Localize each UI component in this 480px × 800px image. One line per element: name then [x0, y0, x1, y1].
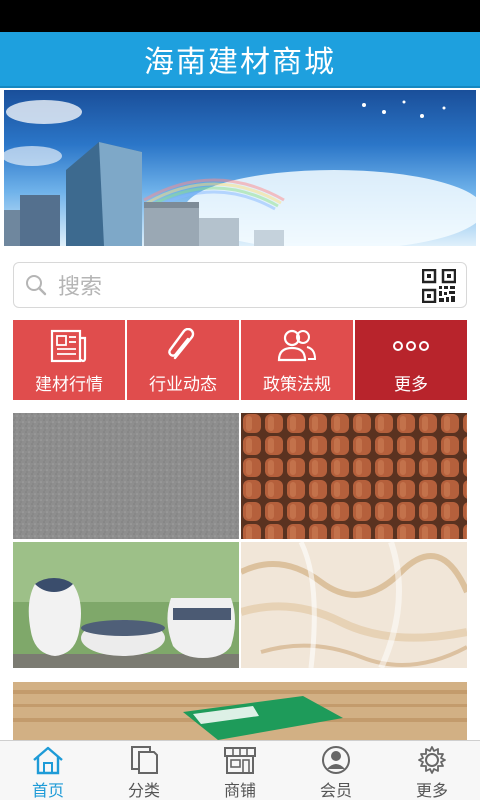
product-tile-roof-tiles[interactable] — [241, 413, 467, 539]
product-tile-ceramic-vases[interactable] — [13, 542, 239, 668]
search-input[interactable]: 搜索 — [13, 262, 467, 308]
tab-store[interactable]: 商铺 — [192, 741, 288, 800]
tab-label: 分类 — [127, 781, 160, 800]
users-icon — [275, 326, 319, 366]
tab-label: 会员 — [319, 781, 352, 800]
tab-label: 首页 — [31, 781, 64, 800]
home-icon — [31, 745, 65, 775]
tab-category[interactable]: 分类 — [96, 741, 192, 800]
tab-more[interactable]: 更多 — [384, 741, 480, 800]
menu-item-policy[interactable]: 政策法规 — [241, 320, 353, 400]
gear-icon — [415, 745, 449, 775]
tab-member[interactable]: 会员 — [288, 741, 384, 800]
menu-item-industry-news[interactable]: 行业动态 — [127, 320, 239, 400]
more-dots-icon — [391, 326, 431, 366]
tab-home[interactable]: 首页 — [0, 741, 96, 800]
menu-item-label: 更多 — [394, 374, 428, 395]
search-placeholder: 搜索 — [58, 275, 103, 300]
product-tile-board[interactable] — [13, 682, 467, 740]
category-menu: 建材行情 行业动态 政策法规 更多 — [13, 320, 467, 400]
newspaper-icon — [49, 326, 89, 366]
user-icon — [319, 745, 353, 775]
menu-item-label: 行业动态 — [149, 374, 217, 395]
store-icon — [223, 745, 257, 775]
tab-label: 更多 — [415, 781, 448, 800]
app-header: 海南建材商城 — [0, 32, 480, 88]
bottom-tab-bar: 首页 分类 商铺 会员 更多 — [0, 740, 480, 800]
menu-item-more[interactable]: 更多 — [355, 320, 467, 400]
product-tile-marble[interactable] — [241, 542, 467, 668]
qr-code-icon[interactable] — [421, 268, 457, 304]
menu-item-label: 建材行情 — [35, 374, 103, 395]
paperclip-icon — [163, 326, 203, 366]
tab-label: 商铺 — [223, 781, 256, 800]
page-title: 海南建材商城 — [144, 45, 336, 80]
product-tile-grey-stone[interactable] — [13, 413, 239, 539]
menu-item-market[interactable]: 建材行情 — [13, 320, 125, 400]
search-icon — [14, 263, 58, 307]
menu-item-label: 政策法规 — [263, 374, 331, 395]
banner-image[interactable] — [4, 90, 476, 246]
status-bar — [0, 0, 480, 32]
documents-icon — [127, 745, 161, 775]
